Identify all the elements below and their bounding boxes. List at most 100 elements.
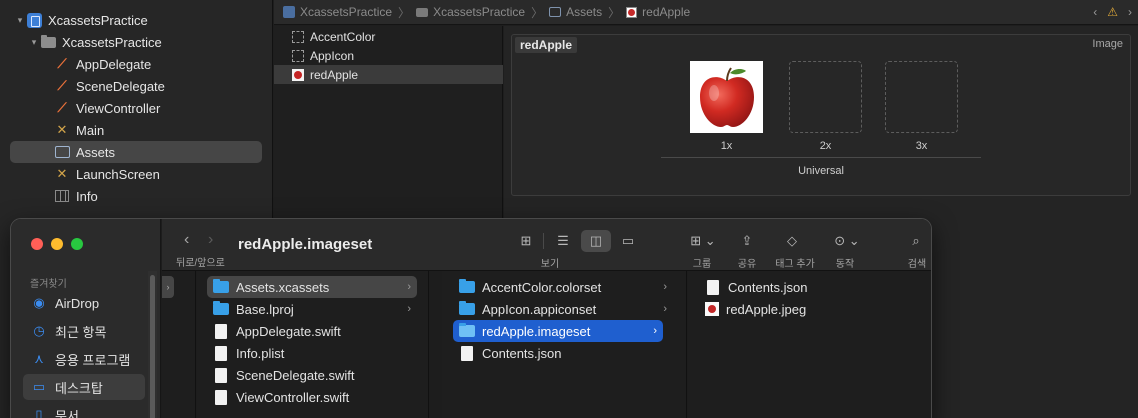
jump-bar-label: redApple: [642, 5, 691, 19]
file-name: AppIcon.appiconset: [482, 301, 597, 317]
nav-item-scenedelegate[interactable]: ⟋ SceneDelegate: [54, 75, 262, 97]
nav-item-appdelegate[interactable]: ⟋ AppDelegate: [54, 53, 262, 75]
nav-item-assets[interactable]: Assets: [10, 141, 262, 163]
previous-issue-icon[interactable]: ‹: [1093, 5, 1097, 19]
sidebar-item-applications[interactable]: ⋏ 응용 프로그램: [23, 346, 145, 372]
device-group-label: Universal: [798, 165, 844, 177]
sidebar-scrollbar[interactable]: [150, 275, 155, 418]
folder-icon: [459, 279, 475, 293]
sidebar-item-documents[interactable]: ▯ 문서: [23, 402, 145, 418]
file-name: AccentColor.colorset: [482, 279, 602, 295]
close-button[interactable]: [31, 238, 43, 250]
document-icon: ▯: [35, 407, 43, 418]
nav-item-label: AppDelegate: [76, 56, 152, 72]
list-item[interactable]: AppIcon.appiconset ›: [453, 298, 673, 320]
sidebar-item-airdrop[interactable]: ◉ AirDrop: [23, 290, 145, 316]
imageset-name[interactable]: redApple: [515, 37, 578, 53]
nav-item-label: ViewController: [76, 100, 161, 116]
nav-item-label: XcassetsPractice: [62, 34, 162, 50]
list-item[interactable]: Contents.json: [453, 342, 673, 364]
jump-bar-imageset[interactable]: redApple: [626, 5, 690, 19]
nav-item-launchscreen[interactable]: ✕ LaunchScreen: [54, 163, 262, 185]
asset-item-redapple[interactable]: redApple: [274, 65, 503, 84]
next-issue-icon[interactable]: ›: [1128, 5, 1132, 19]
asset-item-label: AccentColor: [310, 29, 376, 44]
collapsed-column: ›: [162, 271, 196, 418]
slot-label-3x: 3x: [915, 140, 928, 152]
divider: [543, 233, 544, 249]
file-icon: [215, 345, 227, 361]
list-item[interactable]: ViewController.swift: [207, 386, 417, 408]
nav-item-project[interactable]: ▾ XcassetsPractice: [14, 9, 266, 31]
zoom-button[interactable]: [71, 238, 83, 250]
sidebar-item-recents[interactable]: ◷ 최근 항목: [23, 318, 145, 344]
nav-item-group-folder[interactable]: ▾ XcassetsPractice: [28, 31, 262, 53]
finder-toolbar: ‹ › 뒤로/앞으로 redApple.imageset ⊞ ☰ ◫ ▭ 보기 …: [162, 219, 931, 271]
file-name: Contents.json: [728, 279, 808, 295]
warning-icon[interactable]: ⚠: [1107, 5, 1118, 19]
back-button[interactable]: ‹: [184, 231, 189, 249]
image-file-icon: [705, 302, 719, 316]
list-item[interactable]: redApple.jpeg: [699, 298, 919, 320]
action-button[interactable]: ⊙ ⌄: [829, 230, 865, 252]
chevron-right-icon: 〉: [531, 5, 544, 20]
folder-icon: [459, 301, 475, 315]
jump-bar-label: XcassetsPractice: [433, 5, 526, 19]
sidebar-item-label: 최근 항목: [55, 324, 107, 340]
disclosure-open-icon[interactable]: ▾: [14, 15, 26, 26]
file-icon: [215, 367, 227, 383]
xcode-project-icon: [26, 12, 42, 28]
tag-button[interactable]: ◇: [781, 230, 803, 252]
list-view-button[interactable]: ☰: [550, 230, 576, 252]
asset-catalog-icon: [54, 145, 70, 159]
nav-item-main[interactable]: ✕ Main: [54, 119, 262, 141]
sidebar-item-label: 응용 프로그램: [55, 352, 131, 368]
list-item[interactable]: AppDelegate.swift: [207, 320, 417, 342]
image-slot-1x[interactable]: [690, 61, 763, 133]
sidebar-item-label: 데스크탑: [55, 380, 103, 396]
share-button[interactable]: ⇪: [736, 230, 758, 252]
swift-file-icon: ⟋: [57, 78, 67, 93]
column-view-button[interactable]: ◫: [581, 230, 611, 252]
share-label: 공유: [737, 259, 757, 270]
jump-bar-folder[interactable]: XcassetsPractice: [416, 5, 525, 19]
image-slot-3x[interactable]: [885, 61, 958, 133]
image-slot-2x[interactable]: [789, 61, 862, 133]
list-item[interactable]: AccentColor.colorset ›: [453, 276, 673, 298]
list-item[interactable]: Base.lproj ›: [207, 298, 417, 320]
disclosure-open-icon[interactable]: ▾: [28, 37, 40, 48]
nav-item-label: Main: [76, 122, 105, 138]
icon-view-button[interactable]: ⊞: [515, 230, 537, 252]
list-item[interactable]: Assets.xcassets ›: [207, 276, 417, 298]
list-item-selected[interactable]: redApple.imageset ›: [453, 320, 663, 342]
search-button[interactable]: ⌕: [905, 230, 927, 252]
chevron-right-icon: 〉: [398, 5, 411, 20]
list-item[interactable]: Info.plist: [207, 342, 417, 364]
asset-item-label: redApple: [310, 67, 359, 82]
list-item[interactable]: SceneDelegate.swift: [207, 364, 417, 386]
sidebar-item-desktop[interactable]: ▭ 데스크탑: [23, 374, 145, 400]
nav-item-info[interactable]: Info: [54, 185, 262, 207]
list-item[interactable]: Contents.json: [699, 276, 919, 298]
file-name: Base.lproj: [236, 301, 294, 317]
folder-icon: [40, 34, 56, 49]
jump-bar-project[interactable]: XcassetsPractice: [283, 5, 392, 19]
nav-item-viewcontroller[interactable]: ⟋ ViewController: [54, 97, 262, 119]
swift-file-icon: ⟋: [57, 56, 67, 71]
file-name: SceneDelegate.swift: [236, 367, 355, 383]
minimize-button[interactable]: [51, 238, 63, 250]
chevron-right-icon: ›: [407, 281, 411, 293]
chevron-right-icon: ›: [663, 303, 667, 315]
desktop-icon: ▭: [32, 379, 46, 394]
jump-bar-assets[interactable]: Assets: [549, 5, 602, 19]
group-button[interactable]: ⊞ ⌄: [685, 230, 721, 252]
nav-item-label: LaunchScreen: [76, 166, 160, 182]
asset-item-accentcolor[interactable]: AccentColor: [274, 27, 503, 46]
forward-button[interactable]: ›: [208, 231, 213, 249]
gallery-view-button[interactable]: ▭: [615, 230, 641, 252]
asset-item-appicon[interactable]: AppIcon: [274, 46, 503, 65]
chevron-right-icon[interactable]: ›: [162, 276, 174, 298]
file-name: AppDelegate.swift: [236, 323, 341, 339]
chevron-right-icon: 〉: [608, 5, 621, 20]
group-label: 그룹: [692, 259, 712, 270]
